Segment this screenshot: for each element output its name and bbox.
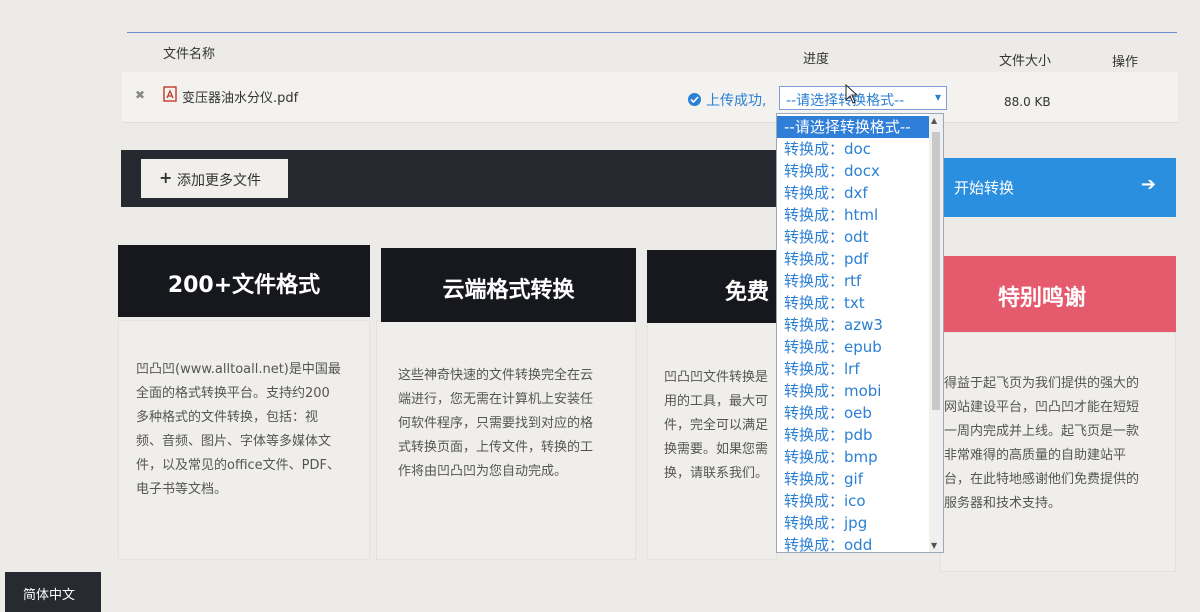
card-line: 服务器和技术支持。 xyxy=(944,496,1062,511)
card-line: 换，请联系我们。 xyxy=(664,466,769,481)
card-line: 得益于起飞页为我们提供的强大的 xyxy=(944,376,1140,391)
dropdown-option[interactable]: 转换成：lrf xyxy=(777,358,929,380)
card-line: 频、音频、图片、字体等多媒体文 xyxy=(136,434,332,449)
dropdown-option[interactable]: 转换成：mobi xyxy=(777,380,929,402)
feature-card-formats-text: 凹凸凹(www.alltoall.net)是中国最 全面的格式转换平台。支持约2… xyxy=(136,358,341,502)
dropdown-option[interactable]: 转换成：ico xyxy=(777,490,929,512)
arrow-right-icon: ➔ xyxy=(1140,174,1156,195)
feature-card-title-text: 云端格式转换 xyxy=(442,278,575,303)
card-line: 换需要。如果您需 xyxy=(664,442,769,457)
dropdown-option[interactable]: 转换成：odt xyxy=(777,226,929,248)
card-line: 电子书等文档。 xyxy=(136,482,228,497)
feature-card-cloud-title: 云端格式转换 xyxy=(381,248,636,322)
scroll-down-icon[interactable]: ▼ xyxy=(931,541,937,550)
card-line: 全面的格式转换平台。支持约200 xyxy=(136,386,330,401)
scrollbar-thumb[interactable] xyxy=(932,132,940,410)
feature-card-title-text: 200+文件格式 xyxy=(167,273,321,298)
card-line: 何软件程序，只需要找到对应的格 xyxy=(398,416,594,431)
header-progress: 进度 xyxy=(803,52,830,67)
header-action: 操作 xyxy=(1112,55,1139,70)
card-line: 凹凸凹(www.alltoall.net)是中国最 xyxy=(136,362,341,377)
chevron-down-icon: ▾ xyxy=(934,90,941,104)
format-dropdown-list[interactable]: --请选择转换格式-- 转换成：doc 转换成：docx 转换成：dxf 转换成… xyxy=(776,113,944,553)
dropdown-option[interactable]: 转换成：txt xyxy=(777,292,929,314)
dropdown-option[interactable]: 转换成：gif xyxy=(777,468,929,490)
mouse-pointer-icon xyxy=(845,83,859,108)
scroll-up-icon[interactable]: ▲ xyxy=(931,116,937,125)
dropdown-option[interactable]: 转换成：docx xyxy=(777,160,929,182)
card-line: 式转换页面，上传文件，转换的工 xyxy=(398,440,594,455)
card-line: 这些神奇快速的文件转换完全在云 xyxy=(398,368,594,383)
feature-card-free-title: 免费 xyxy=(647,250,777,323)
card-line: 用的工具，最大可 xyxy=(664,394,769,409)
language-label: 简体中文 xyxy=(23,588,76,603)
feature-card-formats-title: 200+文件格式 xyxy=(118,245,370,317)
feature-card-cloud-text: 这些神奇快速的文件转换完全在云 端进行，您无需在计算机上安装任 何软件程序，只需… xyxy=(398,364,593,484)
header-filesize: 文件大小 xyxy=(999,54,1052,69)
card-line: 网站建设平台，凹凸凹才能在短短 xyxy=(944,400,1140,415)
file-name: 变压器油水分仪.pdf xyxy=(182,91,299,106)
card-line: 作将由凹凸凹为您自动完成。 xyxy=(398,464,568,479)
upload-status: 上传成功, xyxy=(706,93,767,109)
card-line: 件，完全可以满足 xyxy=(664,418,769,433)
card-line: 非常难得的高质量的自助建站平 xyxy=(944,448,1127,463)
language-switch[interactable]: 简体中文 xyxy=(5,572,101,612)
card-line: 凹凸凹文件转换是 xyxy=(664,370,769,385)
dropdown-option[interactable]: 转换成：epub xyxy=(777,336,929,358)
feature-card-thanks-title: 特别鸣谢 xyxy=(940,256,1176,332)
close-icon[interactable]: ✖ xyxy=(135,88,145,102)
check-circle-icon xyxy=(688,93,701,106)
format-select[interactable]: --请选择转换格式-- ▾ xyxy=(779,86,947,110)
dropdown-option[interactable]: 转换成：bmp xyxy=(777,446,929,468)
feature-card-title-text: 免费 xyxy=(725,280,770,305)
dropdown-scrollbar[interactable]: ▲ ▼ xyxy=(929,114,943,552)
dropdown-option[interactable]: 转换成：pdb xyxy=(777,424,929,446)
feature-card-free-text: 凹凸凹文件转换是 用的工具，最大可 件，完全可以满足 换需要。如果您需 换，请联… xyxy=(664,366,768,486)
dropdown-option[interactable]: 转换成：rtf xyxy=(777,270,929,292)
dropdown-option[interactable]: 转换成：doc xyxy=(777,138,929,160)
plus-icon: + xyxy=(159,168,173,187)
header-filename: 文件名称 xyxy=(163,47,216,62)
dropdown-option[interactable]: 转换成：oeb xyxy=(777,402,929,424)
card-line: 多种格式的文件转换，包括：视 xyxy=(136,410,319,425)
dropdown-option[interactable]: --请选择转换格式-- xyxy=(777,116,929,138)
dropdown-option[interactable]: 转换成：html xyxy=(777,204,929,226)
start-convert-label: 开始转换 xyxy=(954,179,1015,197)
pdf-file-icon xyxy=(163,86,177,102)
card-line: 一周内完成并上线。起飞页是一款 xyxy=(944,424,1140,439)
add-more-files-label: 添加更多文件 xyxy=(177,173,261,189)
start-convert-button[interactable]: 开始转换 ➔ xyxy=(940,158,1176,217)
dropdown-option[interactable]: 转换成：jpg xyxy=(777,512,929,534)
card-line: 件，以及常见的office文件、PDF、 xyxy=(136,458,340,473)
table-top-divider xyxy=(127,32,1177,33)
file-size: 88.0 KB xyxy=(1004,95,1051,109)
dropdown-option[interactable]: 转换成：odd xyxy=(777,534,929,552)
card-line: 端进行，您无需在计算机上安装任 xyxy=(398,392,594,407)
dropdown-option[interactable]: 转换成：dxf xyxy=(777,182,929,204)
dropdown-option[interactable]: 转换成：pdf xyxy=(777,248,929,270)
card-line: 台，在此特地感谢他们免费提供的 xyxy=(944,472,1140,487)
feature-card-thanks-text: 得益于起飞页为我们提供的强大的 网站建设平台，凹凸凹才能在短短 一周内完成并上线… xyxy=(944,372,1139,516)
feature-card-title-text: 特别鸣谢 xyxy=(998,286,1087,311)
dropdown-option[interactable]: 转换成：azw3 xyxy=(777,314,929,336)
add-more-files-button[interactable]: + 添加更多文件 xyxy=(141,159,288,198)
